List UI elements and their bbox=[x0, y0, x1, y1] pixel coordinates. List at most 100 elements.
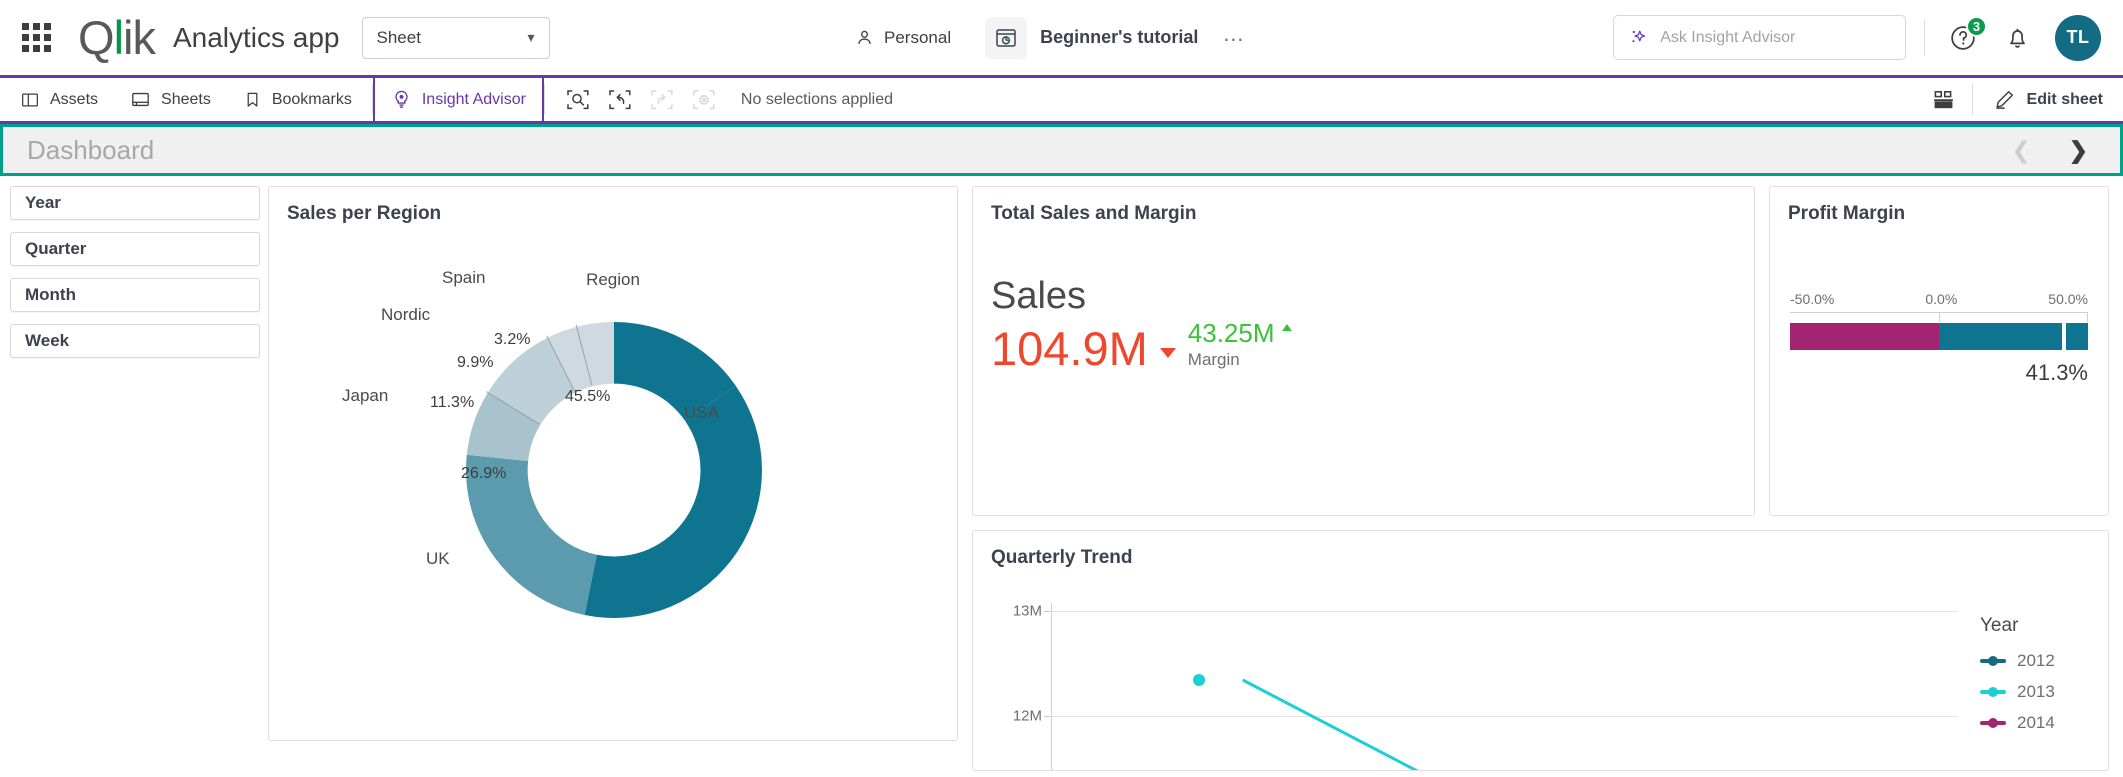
toolbar-bookmarks-button[interactable]: Bookmarks bbox=[227, 78, 368, 121]
header-right-group: 3 TL bbox=[1613, 15, 2101, 61]
filter-pane-quarter[interactable]: Quarter bbox=[10, 232, 260, 266]
toolbar-bookmarks-label: Bookmarks bbox=[272, 91, 352, 109]
selection-back-icon[interactable] bbox=[601, 81, 639, 119]
selection-tools: No selections applied bbox=[545, 78, 893, 121]
selection-search-icon[interactable] bbox=[559, 81, 597, 119]
filter-pane-week[interactable]: Week bbox=[10, 324, 260, 358]
trend-body: 13M 12M Year bbox=[973, 569, 2108, 771]
sales-per-region-chart[interactable]: Sales per Region Region bbox=[268, 186, 958, 741]
profit-margin-value: 41.3% bbox=[1790, 360, 2088, 386]
trend-data-point bbox=[1193, 674, 1205, 686]
sheet-navigation: ❮ ❯ bbox=[2001, 133, 2098, 168]
profit-margin-title: Profit Margin bbox=[1770, 187, 2108, 225]
legend-item-2013[interactable]: 2013 bbox=[1980, 682, 2108, 702]
trend-ytick-label-13m: 13M bbox=[1013, 603, 1042, 620]
kpi-primary-value: 104.9M bbox=[991, 325, 1148, 372]
header-divider bbox=[1924, 20, 1925, 56]
trend-plot-area: 13M 12M bbox=[1051, 603, 1958, 771]
person-icon bbox=[855, 28, 874, 47]
bullet-scale-min: -50.0% bbox=[1790, 291, 1834, 307]
trend-up-icon bbox=[1282, 324, 1292, 331]
sheet-selector-value: Sheet bbox=[377, 28, 421, 48]
legend-marker-icon bbox=[1980, 690, 2006, 694]
toolbar-sheets-label: Sheets bbox=[161, 91, 211, 109]
sheets-icon bbox=[130, 89, 151, 110]
donut-pct-nordic: 9.9% bbox=[457, 354, 493, 372]
bullet-scale-labels: -50.0% 0.0% 50.0% bbox=[1790, 291, 2088, 307]
bell-icon[interactable] bbox=[1997, 18, 2037, 58]
profit-margin-gauge[interactable]: Profit Margin -50.0% 0.0% 50.0% bbox=[1769, 186, 2109, 516]
app-window-chart-icon bbox=[985, 17, 1027, 59]
bookmark-icon bbox=[243, 90, 262, 109]
filter-pane-label: Year bbox=[25, 193, 61, 213]
toolbar-sheet-view-button[interactable] bbox=[1915, 78, 1972, 121]
edit-sheet-button[interactable]: Edit sheet bbox=[1973, 78, 2123, 121]
toolbar-sheets-button[interactable]: Sheets bbox=[114, 78, 227, 121]
bullet-chart: -50.0% 0.0% 50.0% 41.3% bbox=[1770, 225, 2108, 386]
kpi-secondary-wrapper: 43.25M bbox=[1188, 319, 1292, 348]
donut-svg bbox=[269, 225, 959, 665]
edit-sheet-label: Edit sheet bbox=[2027, 91, 2103, 109]
bullet-negative-region bbox=[1790, 323, 1939, 350]
bullet-scale-mid: 0.0% bbox=[1925, 291, 1957, 307]
grid-apps-icon[interactable] bbox=[14, 16, 58, 60]
trend-y-tick bbox=[1044, 716, 1051, 717]
donut-pct-japan: 11.3% bbox=[430, 394, 474, 412]
selection-clear-icon bbox=[685, 81, 723, 119]
sheet-title: Dashboard bbox=[27, 135, 154, 166]
trend-ytick-label-12m: 12M bbox=[1013, 708, 1042, 725]
right-column: Total Sales and Margin Sales 104.9M 43.2… bbox=[972, 186, 2109, 771]
legend-item-2012[interactable]: 2012 bbox=[1980, 651, 2108, 671]
app-name-label: Beginner's tutorial bbox=[1040, 27, 1198, 48]
legend-item-2014[interactable]: 2014 bbox=[1980, 713, 2108, 733]
sheet-selector[interactable]: Sheet ▾ bbox=[362, 17, 550, 59]
legend-label: 2012 bbox=[2017, 651, 2055, 671]
app-overflow-menu-button[interactable]: … bbox=[1222, 23, 1246, 53]
donut-label-spain: Spain bbox=[442, 268, 485, 288]
filter-pane-year[interactable]: Year bbox=[10, 186, 260, 220]
chevron-left-icon: ❮ bbox=[2001, 133, 2040, 168]
total-sales-and-margin-kpi[interactable]: Total Sales and Margin Sales 104.9M 43.2… bbox=[972, 186, 1755, 516]
legend-label: 2014 bbox=[2017, 713, 2055, 733]
filter-pane-label: Week bbox=[25, 331, 69, 351]
kpi-measure-label: Sales bbox=[991, 277, 1754, 317]
app-breadcrumb[interactable]: Beginner's tutorial bbox=[985, 17, 1198, 59]
quarterly-trend-chart[interactable]: Quarterly Trend 13M 12M bbox=[972, 530, 2109, 771]
help-badge-count: 3 bbox=[1966, 16, 1987, 37]
trend-title: Quarterly Trend bbox=[973, 531, 2108, 569]
kpi-body: Sales 104.9M 43.25M Margin bbox=[973, 225, 1754, 372]
donut-pct-uk: 26.9% bbox=[461, 465, 506, 483]
chart-grid-icon bbox=[1931, 87, 1956, 112]
help-circle-icon[interactable]: 3 bbox=[1943, 18, 1983, 58]
donut-label-nordic: Nordic bbox=[381, 305, 430, 325]
toolbar-assets-label: Assets bbox=[50, 91, 98, 109]
chevron-down-icon: ▾ bbox=[527, 29, 534, 46]
donut-label-japan: Japan bbox=[342, 386, 388, 406]
selection-forward-icon bbox=[643, 81, 681, 119]
search-input[interactable] bbox=[1660, 29, 1891, 47]
legend-marker-icon bbox=[1980, 721, 2006, 725]
trend-down-icon bbox=[1160, 348, 1176, 358]
header-center-group: Personal Beginner's tutorial … bbox=[845, 17, 1246, 59]
filter-pane-label: Month bbox=[25, 285, 76, 305]
filter-pane-month[interactable]: Month bbox=[10, 278, 260, 312]
selection-status-label: No selections applied bbox=[741, 91, 893, 109]
toolbar-insight-advisor-button[interactable]: Insight Advisor bbox=[375, 78, 542, 121]
sheet-canvas: Year Quarter Month Week Sales per Region… bbox=[0, 176, 2123, 771]
donut-pct-spain: 3.2% bbox=[494, 331, 530, 349]
ask-insight-advisor-box[interactable] bbox=[1613, 15, 1906, 60]
toolbar-insight-advisor-label: Insight Advisor bbox=[422, 91, 526, 109]
chevron-right-icon[interactable]: ❯ bbox=[2059, 133, 2098, 168]
space-personal[interactable]: Personal bbox=[845, 22, 961, 54]
trend-point-svg bbox=[1051, 603, 1958, 771]
avatar[interactable]: TL bbox=[2055, 15, 2101, 61]
legend-label: 2013 bbox=[2017, 682, 2055, 702]
kpi-secondary-value: 43.25M bbox=[1188, 319, 1275, 348]
filter-pane-column: Year Quarter Month Week bbox=[10, 186, 268, 771]
qlik-logo[interactable]: Qlik bbox=[78, 14, 155, 61]
toolbar-assets-button[interactable]: Assets bbox=[4, 78, 114, 121]
toolbar-insight-advisor-wrapper: Insight Advisor bbox=[373, 78, 544, 121]
donut-label-uk: UK bbox=[426, 549, 450, 569]
kpi-row: Total Sales and Margin Sales 104.9M 43.2… bbox=[972, 186, 2109, 516]
donut-plot: Region bbox=[269, 225, 957, 705]
